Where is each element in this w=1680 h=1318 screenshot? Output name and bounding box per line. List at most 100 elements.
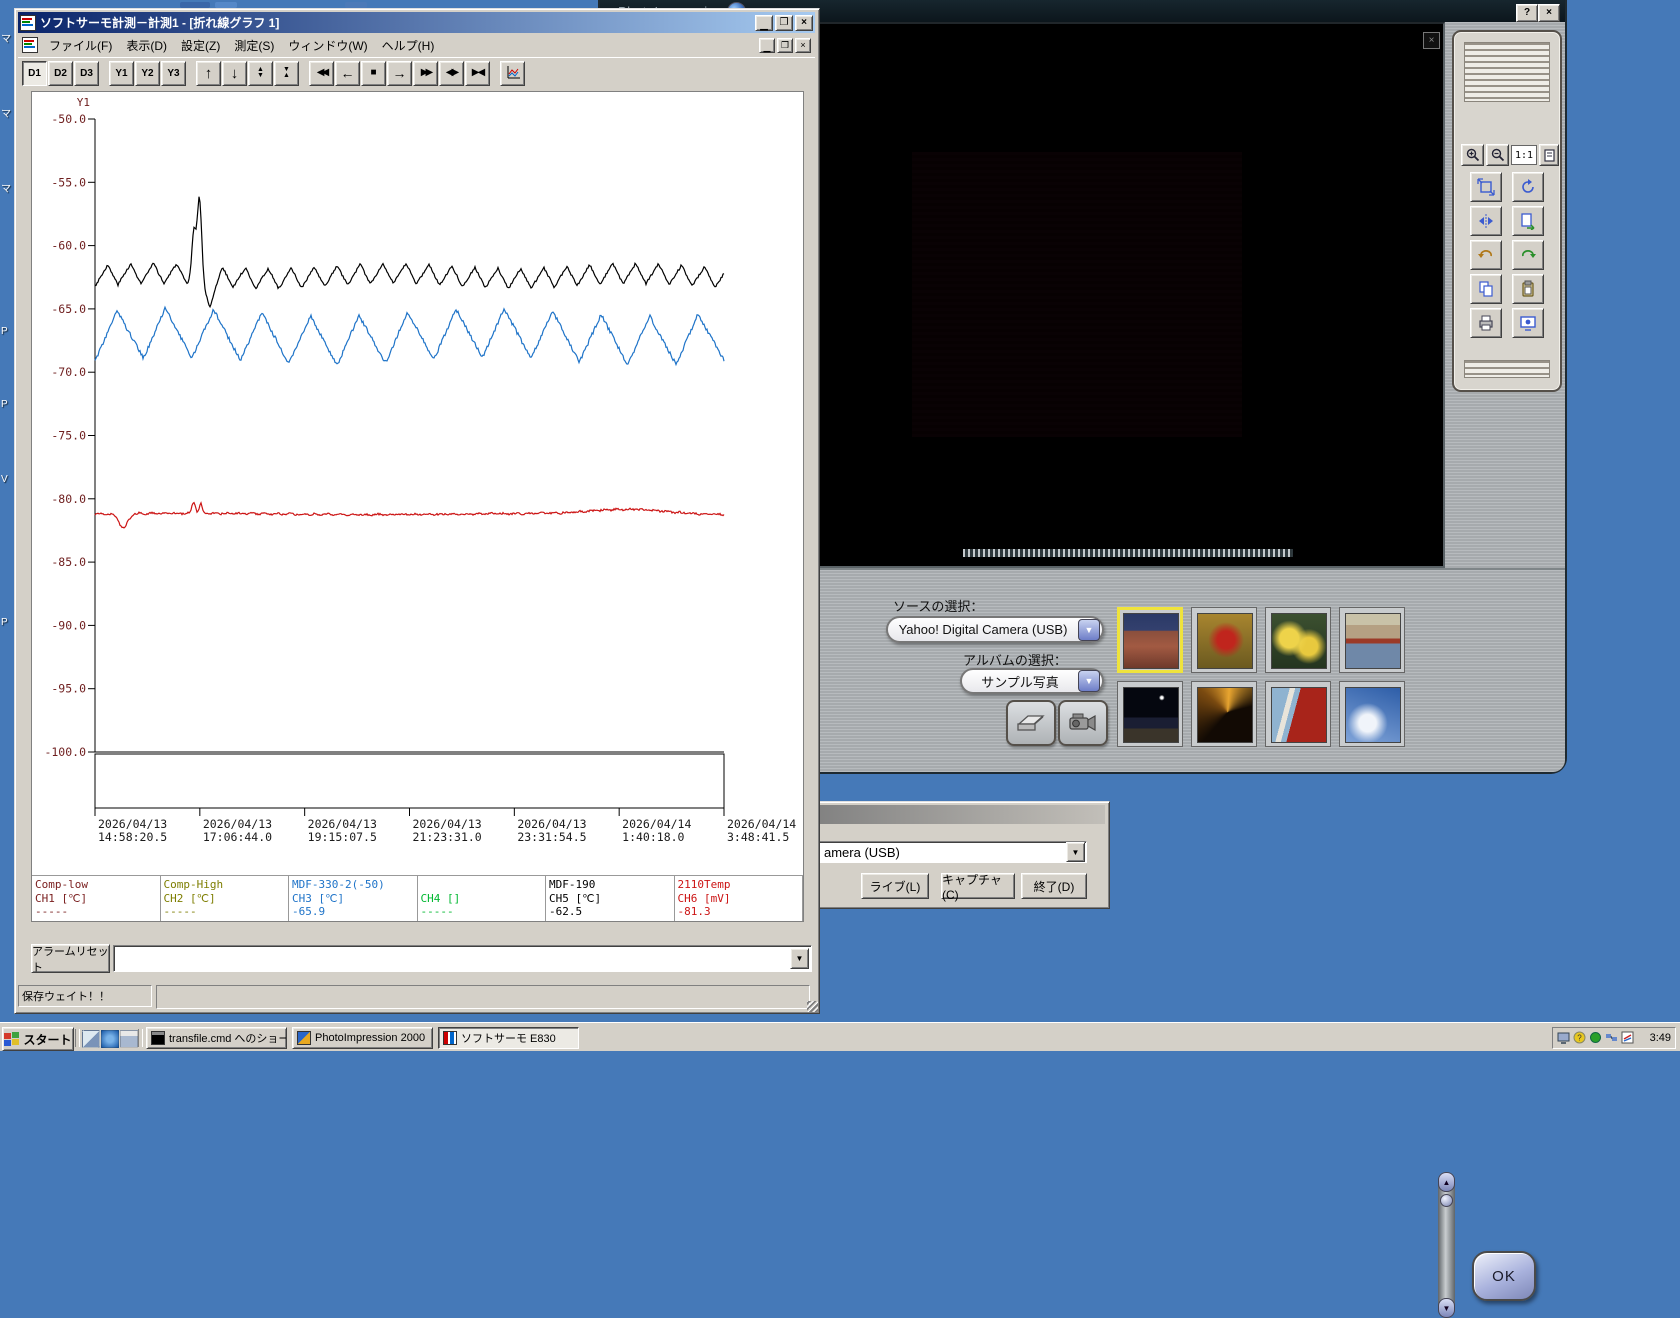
alarm-message-dropdown[interactable]: ▼ <box>113 945 812 972</box>
thumbnail-yellow-flowers[interactable] <box>1265 607 1331 673</box>
toolbar-button-d1[interactable]: D1 <box>22 61 47 86</box>
zoom-out-button[interactable] <box>1486 144 1509 166</box>
task-button-2[interactable]: PhotoImpression 2000 <box>292 1027 433 1049</box>
ok-button[interactable]: OK <box>1472 1251 1536 1301</box>
chevron-down-icon[interactable]: ▼ <box>790 948 809 969</box>
toolbar-expand-h-button[interactable]: ◀▶ <box>439 61 464 86</box>
quick-launch-window-icon[interactable] <box>120 1030 138 1048</box>
task-button-1[interactable]: transfile.cmd へのショート... <box>146 1027 287 1049</box>
dialog-titlebar[interactable] <box>804 805 1105 824</box>
actual-size-button[interactable] <box>1539 144 1559 166</box>
page-arrow-button[interactable] <box>1512 206 1544 236</box>
thumbnail-cardinal-bird[interactable] <box>1191 607 1257 673</box>
thumbnail-light-trails[interactable] <box>1191 681 1257 747</box>
print-button[interactable] <box>1470 308 1502 338</box>
copy-button[interactable] <box>1470 274 1502 304</box>
live-button[interactable]: ライブ(L) <box>861 873 929 899</box>
scroll-down-icon[interactable]: ▼ <box>1438 1298 1455 1318</box>
toolbar-button-y3[interactable]: Y3 <box>161 61 186 86</box>
tray-display-icon[interactable] <box>1557 1031 1571 1045</box>
mirror-icon <box>1477 212 1495 230</box>
window-titlebar[interactable]: ソフトサーモ計測－計測1 - [折れ線グラフ 1] ▁ ❐ × <box>18 12 815 33</box>
task-button-3[interactable]: ソフトサーモ E830 <box>438 1027 579 1049</box>
svg-text:2026/04/14: 2026/04/14 <box>727 817 796 831</box>
channel-name <box>421 878 546 892</box>
minimize-button[interactable]: ▁ <box>755 15 773 31</box>
tray-icons: ? <box>1557 1031 1635 1045</box>
toolbar-rewind-button[interactable]: ◀◀ <box>309 61 334 86</box>
start-button[interactable]: スタート <box>2 1027 74 1051</box>
zoom-in-button[interactable] <box>1461 144 1484 166</box>
help-button[interactable]: ? <box>1516 4 1538 22</box>
chevron-down-icon[interactable]: ▼ <box>1078 619 1100 641</box>
camera-source-button[interactable] <box>1058 700 1108 746</box>
menu-item-3[interactable]: 測定(S) <box>227 35 281 56</box>
scroll-up-icon[interactable]: ▲ <box>1438 1172 1455 1192</box>
palette-grip[interactable] <box>1464 42 1550 102</box>
mirror-button[interactable] <box>1470 206 1502 236</box>
album-select-dropdown[interactable]: サンプル写真 ▼ <box>960 668 1104 694</box>
mdi-restore-button[interactable]: ❐ <box>777 38 793 53</box>
toolbar-button-y1[interactable]: Y1 <box>109 61 134 86</box>
toolbar-expand-v-button[interactable]: ▲▼ <box>248 61 273 86</box>
rotate-button[interactable] <box>1512 172 1544 202</box>
restore-button[interactable]: ❐ <box>775 15 793 31</box>
exit-button[interactable]: 終了(D) <box>1021 873 1087 899</box>
source-select-dropdown[interactable]: Yahoo! Digital Camera (USB) ▼ <box>886 616 1104 643</box>
thumbnail-harbor-town[interactable] <box>1339 607 1405 673</box>
undo-button[interactable] <box>1470 240 1502 270</box>
harbor-town-image <box>1345 613 1401 669</box>
toolbar-stop-button[interactable]: ■ <box>361 61 386 86</box>
toolbar-graph-settings-button[interactable] <box>500 61 525 86</box>
tray-status-green-icon[interactable] <box>1589 1031 1603 1045</box>
scanner-source-button[interactable] <box>1006 700 1056 746</box>
toolbar-up-button[interactable]: ↑ <box>196 61 221 86</box>
thumbnail-red-rock-canyon[interactable] <box>1117 607 1183 673</box>
tray-alert-icon[interactable]: ? <box>1573 1031 1587 1045</box>
toolbar-fast-forward-button[interactable]: ▶▶ <box>413 61 438 86</box>
thumbnail-scrollbar[interactable]: ▲ ▼ <box>1438 1172 1455 1318</box>
scrollbar-knob[interactable] <box>1440 1194 1453 1207</box>
tray-network-icon[interactable] <box>1605 1031 1619 1045</box>
mdi-minimize-button[interactable]: ▁ <box>759 38 775 53</box>
menu-item-2[interactable]: 設定(Z) <box>174 35 227 56</box>
toolbar-button-d3[interactable]: D3 <box>74 61 99 86</box>
resize-grip[interactable] <box>807 1001 818 1012</box>
tray-app-icon[interactable] <box>1621 1031 1635 1045</box>
channel-id: CH3 [℃] <box>292 892 417 906</box>
menu-item-0[interactable]: ファイル(F) <box>42 35 119 56</box>
menu-item-1[interactable]: 表示(D) <box>119 35 174 56</box>
svg-text:-60.0: -60.0 <box>51 239 86 253</box>
toolbar-button-d2[interactable]: D2 <box>48 61 73 86</box>
toolbar-collapse-h-button[interactable]: ▶◀ <box>465 61 490 86</box>
quick-launch-browser-icon[interactable] <box>101 1030 119 1048</box>
zoom-out-icon <box>1491 148 1505 162</box>
toolbar-step-back-button[interactable]: ← <box>335 61 360 86</box>
preview-close-icon[interactable]: × <box>1423 32 1440 49</box>
quick-launch-desktop-icon[interactable] <box>82 1030 100 1048</box>
taskbar-divider[interactable] <box>138 1029 143 1047</box>
close-button[interactable]: × <box>795 15 813 31</box>
redo-button[interactable] <box>1512 240 1544 270</box>
toolbar-down-button[interactable]: ↓ <box>222 61 247 86</box>
toolbar-step-forward-button[interactable]: → <box>387 61 412 86</box>
palette-grip[interactable] <box>1464 360 1550 378</box>
thumbnail-lighthouse-ship[interactable] <box>1265 681 1331 747</box>
chevron-down-icon[interactable]: ▼ <box>1066 842 1085 862</box>
menu-item-4[interactable]: ウィンドウ(W) <box>281 35 374 56</box>
chevron-down-icon[interactable]: ▼ <box>1078 670 1100 692</box>
toolbar-button-y2[interactable]: Y2 <box>135 61 160 86</box>
menu-item-5[interactable]: ヘルプ(H) <box>375 35 442 56</box>
camera-select-dropdown[interactable]: amera (USB) ▼ <box>809 841 1087 863</box>
alarm-reset-button[interactable]: アラームリセット <box>31 944 110 973</box>
thumbnail-night-city[interactable] <box>1117 681 1183 747</box>
paste-button[interactable] <box>1512 274 1544 304</box>
toolbar-collapse-v-button[interactable]: ▼▲ <box>274 61 299 86</box>
capture-button[interactable]: キャプチャ(C) <box>941 873 1015 899</box>
close-button[interactable]: × <box>1538 4 1560 22</box>
mdi-close-button[interactable]: × <box>795 38 811 53</box>
taskbar-divider[interactable] <box>75 1029 80 1047</box>
thumbnail-sky-clouds[interactable] <box>1339 681 1405 747</box>
display-button[interactable] <box>1512 308 1544 338</box>
fit-button[interactable] <box>1470 172 1502 202</box>
